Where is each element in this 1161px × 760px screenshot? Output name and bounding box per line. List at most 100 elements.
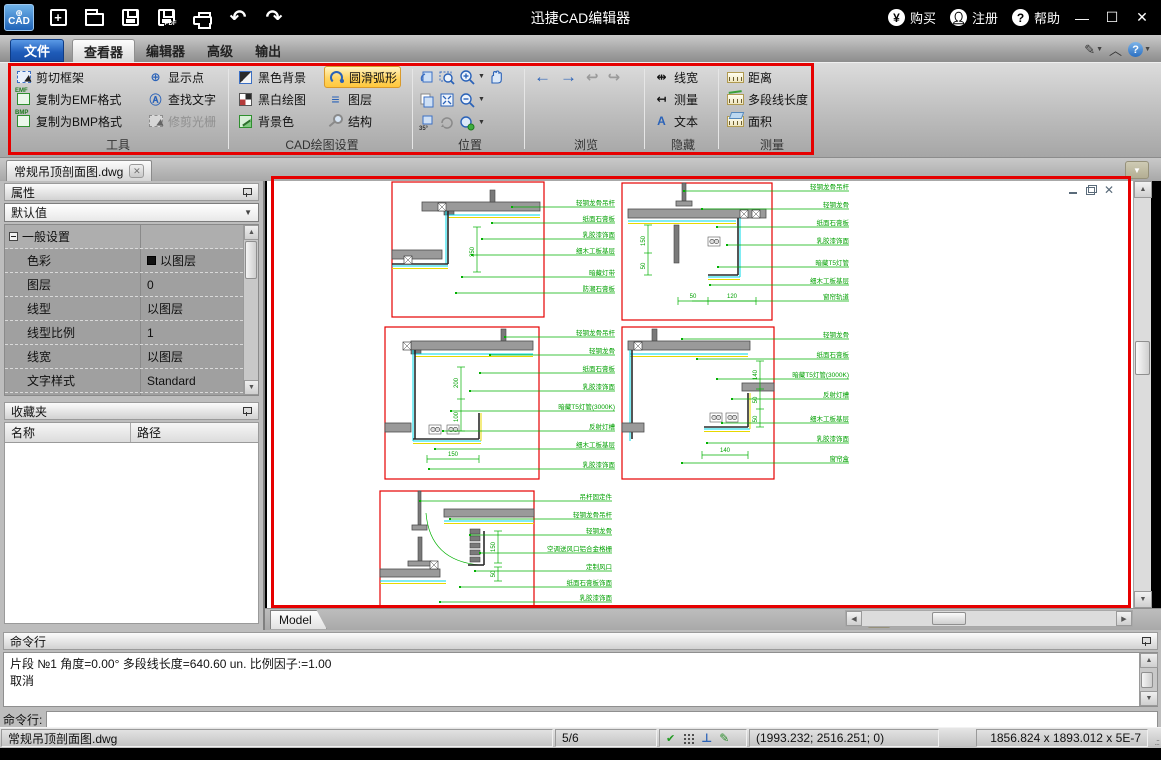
help-button[interactable]: ?帮助: [1007, 8, 1065, 27]
horizontal-scrollbar[interactable]: ◀ ▶: [845, 610, 1133, 627]
measure-polyline-button[interactable]: 多段线长度: [724, 88, 811, 110]
layers-button[interactable]: ≡图层: [324, 88, 401, 110]
zoom-globe-button[interactable]: [458, 115, 475, 131]
property-row-color[interactable]: 色彩以图层: [5, 249, 258, 273]
scroll-up-icon[interactable]: ▲: [244, 225, 259, 240]
zoom-in-button[interactable]: [458, 69, 475, 85]
copy-emf-button[interactable]: 复制为EMF格式: [12, 88, 125, 110]
property-row-layer[interactable]: 图层0: [5, 273, 258, 297]
rotate-35-button[interactable]: 35°: [418, 115, 435, 131]
buy-button[interactable]: ¥购买: [883, 8, 941, 27]
mdi-restore-icon[interactable]: [1086, 185, 1097, 195]
zoom-out-button[interactable]: [458, 92, 475, 108]
cut-frame-button[interactable]: 剪切框架: [12, 66, 125, 88]
bw-drawing-button[interactable]: 黑白绘图: [234, 88, 309, 110]
properties-scrollbar[interactable]: ▲▼: [243, 225, 258, 395]
favorites-list[interactable]: [4, 443, 259, 624]
black-background-button[interactable]: 黑色背景: [234, 66, 309, 88]
scroll-down-icon[interactable]: ▼: [244, 380, 259, 395]
ortho-toggle-icon[interactable]: ⊥: [701, 731, 712, 745]
mdi-minimize-icon[interactable]: [1068, 185, 1079, 195]
drawing-canvas[interactable]: 350 轻钢龙骨吊杆 纸面石膏板 乳胶漆饰面 细木工板基层 暗藏灯带 防潮石膏板: [267, 181, 1133, 608]
collapse-ribbon-button[interactable]: ︿: [1109, 40, 1122, 59]
smooth-arc-button[interactable]: 圆滑弧形: [324, 66, 401, 88]
background-color-button[interactable]: 背景色: [234, 110, 309, 132]
property-row-lineweight[interactable]: 线宽以图层: [5, 345, 258, 369]
previous-view-button[interactable]: ←: [534, 67, 551, 87]
register-button[interactable]: 👤︎注册: [945, 8, 1003, 27]
tab-scroll-button[interactable]: ▼: [1125, 161, 1149, 179]
new-file-button[interactable]: +: [45, 6, 71, 30]
collapse-icon[interactable]: [9, 232, 18, 241]
zoom-out-dropdown[interactable]: ▼: [478, 96, 485, 103]
snap-edit-icon[interactable]: ✎: [719, 731, 729, 745]
scroll-up-icon[interactable]: ▲: [1140, 653, 1158, 668]
print-button[interactable]: [189, 6, 215, 30]
scrollbar-thumb[interactable]: [1135, 341, 1150, 375]
scroll-right-icon[interactable]: ▶: [1116, 611, 1132, 626]
vertical-scrollbar[interactable]: ▲ ▼: [1133, 181, 1151, 608]
mdi-close-icon[interactable]: ✕: [1104, 185, 1115, 195]
scroll-down-icon[interactable]: ▼: [1134, 591, 1152, 608]
scroll-down-icon[interactable]: ▼: [1140, 691, 1158, 706]
save-as-pdf-button[interactable]: PDF: [153, 6, 179, 30]
redo-button[interactable]: ↷: [261, 6, 287, 30]
document-tab[interactable]: 常规吊顶剖面图.dwg✕: [6, 160, 152, 181]
tab-editor[interactable]: 编辑器: [135, 39, 196, 62]
property-row-linetype[interactable]: 线型以图层: [5, 297, 258, 321]
tab-close-icon[interactable]: ✕: [129, 164, 144, 178]
close-button[interactable]: ✕: [1129, 7, 1155, 29]
scrollbar-thumb[interactable]: [1141, 672, 1153, 688]
save-button[interactable]: [117, 6, 143, 30]
model-tab[interactable]: Model: [270, 610, 327, 629]
property-row-textheight[interactable]: 字体高2.5: [5, 393, 258, 396]
measure-area-button[interactable]: 面积: [724, 110, 811, 132]
tab-viewer[interactable]: 查看器: [72, 39, 135, 62]
scroll-up-icon[interactable]: ▲: [1134, 181, 1152, 198]
command-history[interactable]: 片段 №1 角度=0.00° 多段线长度=640.60 un. 比例因子:=1.…: [3, 652, 1158, 707]
undo-button[interactable]: ↶: [225, 6, 251, 30]
file-menu-button[interactable]: 文件: [10, 39, 64, 62]
line-width-toggle[interactable]: ⇹线宽: [650, 66, 701, 88]
fit-extents-button[interactable]: [438, 92, 455, 108]
column-name[interactable]: 名称: [5, 423, 131, 442]
zoom-globe-dropdown[interactable]: ▼: [478, 119, 485, 126]
zoom-in-dropdown[interactable]: ▼: [478, 73, 485, 80]
command-input[interactable]: [46, 711, 1158, 728]
property-row-ltscale[interactable]: 线型比例1: [5, 321, 258, 345]
ribbon-help-button[interactable]: ?▼: [1128, 42, 1151, 57]
structure-button[interactable]: 结构: [324, 110, 401, 132]
find-text-button[interactable]: Ⓐ查找文字: [144, 88, 219, 110]
scrollbar-thumb[interactable]: [932, 612, 966, 625]
measure-distance-button[interactable]: 距离: [724, 66, 811, 88]
command-scrollbar[interactable]: ▲▼: [1139, 653, 1157, 706]
app-logo-icon[interactable]: ⊕CAD: [4, 4, 34, 31]
property-section-row[interactable]: 一般设置: [5, 225, 258, 249]
maximize-button[interactable]: ☐: [1099, 7, 1125, 29]
minimize-button[interactable]: —: [1069, 7, 1095, 29]
text-toggle[interactable]: A文本: [650, 110, 701, 132]
open-file-button[interactable]: [81, 6, 107, 30]
quick-edit-button[interactable]: ✎▼: [1084, 42, 1103, 58]
column-path[interactable]: 路径: [131, 424, 161, 441]
copy-view-button[interactable]: [418, 92, 435, 108]
tab-output[interactable]: 输出: [244, 39, 292, 62]
property-row-textstyle[interactable]: 文字样式Standard: [5, 369, 258, 393]
measure-toggle[interactable]: ↤测量: [650, 88, 701, 110]
pan-hand-button[interactable]: [488, 69, 505, 85]
copy-bmp-button[interactable]: 复制为BMP格式: [12, 110, 125, 132]
next-view-button[interactable]: →: [560, 67, 577, 87]
resize-grip[interactable]: .::: [1149, 728, 1161, 748]
grid-toggle-icon[interactable]: [682, 732, 694, 744]
scroll-left-icon[interactable]: ◀: [846, 611, 862, 626]
properties-preset-dropdown[interactable]: 默认值▼: [4, 203, 259, 222]
pin-icon[interactable]: [243, 187, 252, 197]
pin-icon[interactable]: [1142, 636, 1151, 646]
show-points-button[interactable]: ⊕显示点: [144, 66, 219, 88]
osnap-marker-icon[interactable]: ✔: [666, 732, 675, 745]
pin-icon[interactable]: [243, 406, 252, 416]
scrollbar-thumb[interactable]: [245, 241, 257, 279]
tab-advanced[interactable]: 高级: [196, 39, 244, 62]
zoom-window-button[interactable]: [438, 69, 455, 85]
rotate-page-button[interactable]: [418, 69, 435, 85]
